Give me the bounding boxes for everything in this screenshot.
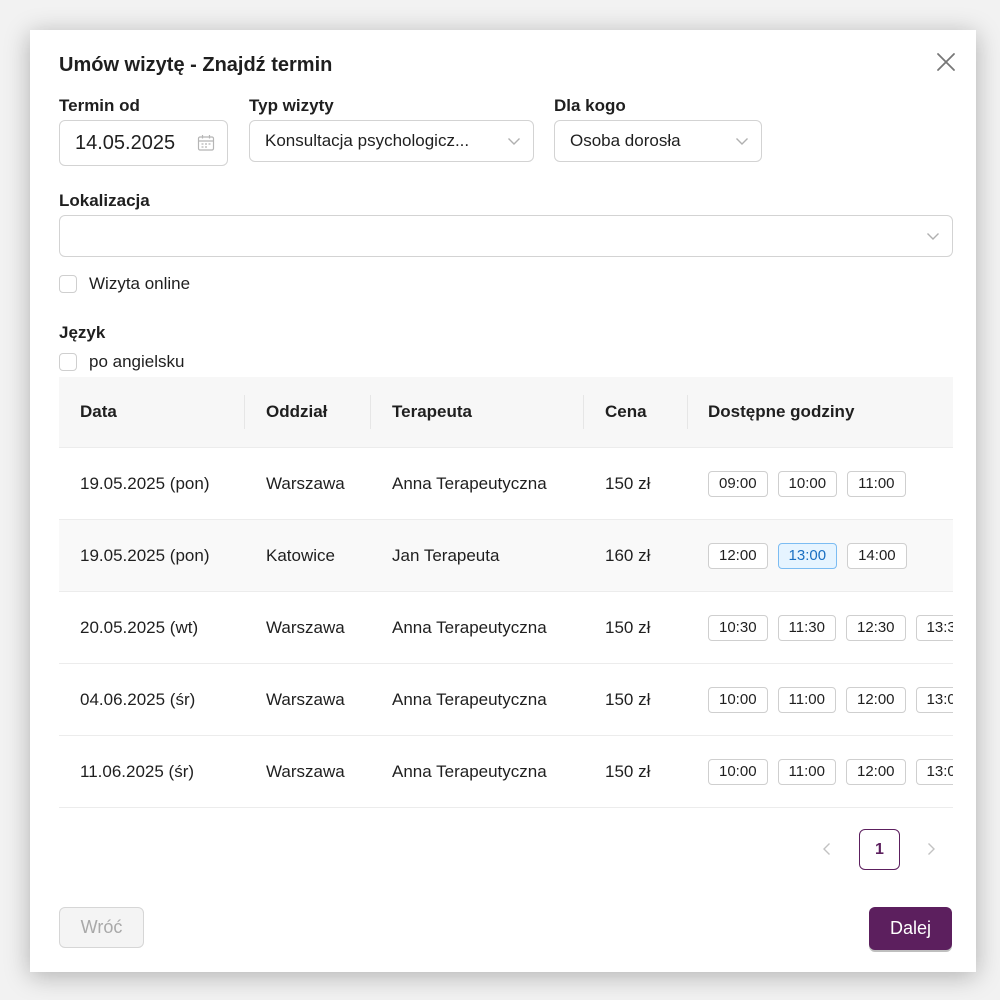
table-row: 19.05.2025 (pon) Katowice Jan Terapeuta 160… bbox=[59, 520, 953, 592]
table-body: 19.05.2025 (pon) Warszawa Anna Terapeutycz… bbox=[59, 448, 953, 808]
visit-type-value: Konsultacja psychologicz... bbox=[265, 131, 470, 150]
cell-branch: Warszawa bbox=[266, 689, 345, 709]
time-slot-button[interactable]: 10:00 bbox=[708, 758, 768, 785]
cell-date: 11.06.2025 (śr) bbox=[80, 761, 195, 781]
hours-slots: 09:00 10:00 11:00 bbox=[708, 448, 953, 519]
time-slot-button[interactable]: 10:00 bbox=[708, 686, 768, 713]
time-slot-button[interactable]: 14:00 bbox=[847, 542, 907, 569]
visit-type-select[interactable]: Konsultacja psychologicz... bbox=[249, 120, 534, 162]
hours-slots: 10:00 11:00 12:00 13:00 bbox=[708, 664, 953, 735]
hours-slots: 10:30 11:30 12:30 13:30 bbox=[708, 592, 953, 663]
cell-date: 19.05.2025 (pon) bbox=[80, 545, 210, 565]
cell-date: 04.06.2025 (śr) bbox=[80, 689, 196, 709]
cell-therapist: Anna Terapeutyczna bbox=[392, 689, 547, 709]
header-therapist: Terapeuta bbox=[392, 402, 472, 421]
cell-branch: Warszawa bbox=[266, 761, 345, 781]
time-slot-button[interactable]: 09:00 bbox=[708, 470, 768, 497]
cell-therapist: Jan Terapeuta bbox=[392, 545, 500, 565]
language-label: Język bbox=[59, 323, 106, 342]
hours-slots: 10:00 11:00 12:00 13:00 bbox=[708, 736, 953, 807]
time-slot-button[interactable]: 11:00 bbox=[777, 686, 836, 713]
time-slot-button[interactable]: 10:00 bbox=[777, 470, 838, 497]
page-button-1[interactable]: 1 bbox=[859, 829, 900, 870]
next-page-button[interactable] bbox=[911, 829, 951, 869]
for-whom-value: Osoba dorosła bbox=[570, 131, 681, 150]
next-button[interactable]: Dalej bbox=[869, 907, 952, 950]
prev-page-button[interactable] bbox=[807, 829, 847, 869]
english-checkbox[interactable]: po angielsku bbox=[59, 352, 184, 372]
cell-date: 20.05.2025 (wt) bbox=[80, 617, 199, 637]
chevron-down-icon bbox=[507, 134, 521, 148]
online-visit-checkbox[interactable]: Wizyta online bbox=[59, 274, 190, 294]
appointment-dialog: Umów wizytę - Znajdź termin Termin od 14… bbox=[30, 30, 976, 972]
back-button[interactable]: Wróć bbox=[59, 907, 144, 948]
time-slot-button[interactable]: 13:30 bbox=[915, 614, 953, 641]
cell-branch: Warszawa bbox=[266, 473, 345, 493]
table-row: 04.06.2025 (śr) Warszawa Anna Terapeutyczn… bbox=[59, 664, 953, 736]
time-slot-button[interactable]: 11:00 bbox=[847, 470, 906, 497]
time-slot-button[interactable]: 13:00 bbox=[915, 758, 953, 785]
header-branch: Oddział bbox=[266, 402, 328, 421]
header-price: Cena bbox=[605, 402, 647, 421]
header-date: Data bbox=[80, 402, 117, 421]
cell-therapist: Anna Terapeutyczna bbox=[392, 473, 547, 493]
location-label: Lokalizacja bbox=[59, 191, 150, 210]
date-from-value: 14.05.2025 bbox=[75, 131, 176, 154]
visit-type-label: Typ wizyty bbox=[249, 96, 334, 115]
time-slot-button[interactable]: 12:30 bbox=[845, 614, 906, 641]
online-visit-label: Wizyta online bbox=[89, 274, 191, 293]
chevron-right-icon bbox=[928, 843, 935, 855]
cell-therapist: Anna Terapeutyczna bbox=[392, 761, 547, 781]
cell-branch: Katowice bbox=[266, 545, 335, 565]
time-slot-button[interactable]: 13:00 bbox=[777, 542, 838, 569]
time-slot-button[interactable]: 12:00 bbox=[845, 686, 906, 713]
close-icon[interactable] bbox=[934, 50, 958, 74]
cell-date: 19.05.2025 (pon) bbox=[80, 473, 210, 493]
hours-slots: 12:00 13:00 14:00 bbox=[708, 520, 953, 591]
cell-price: 150 zł bbox=[605, 617, 651, 637]
chevron-left-icon bbox=[823, 843, 830, 855]
time-slot-button[interactable]: 10:30 bbox=[708, 614, 768, 641]
location-select[interactable] bbox=[59, 215, 953, 257]
results-table: Data Oddział Terapeuta Cena Dostępne god… bbox=[59, 377, 953, 808]
for-whom-label: Dla kogo bbox=[554, 96, 626, 115]
time-slot-button[interactable]: 11:00 bbox=[777, 758, 836, 785]
cell-therapist: Anna Terapeutyczna bbox=[392, 617, 547, 637]
table-row: 19.05.2025 (pon) Warszawa Anna Terapeutycz… bbox=[59, 448, 953, 520]
dialog-title: Umów wizytę - Znajdź termin bbox=[59, 54, 333, 76]
chevron-down-icon bbox=[926, 229, 940, 243]
cell-price: 150 zł bbox=[605, 473, 651, 493]
date-from-input[interactable]: 14.05.2025 bbox=[59, 120, 228, 166]
english-label: po angielsku bbox=[89, 352, 185, 371]
cell-price: 150 zł bbox=[605, 689, 651, 709]
table-header: Data Oddział Terapeuta Cena Dostępne god… bbox=[59, 377, 953, 448]
header-hours: Dostępne godziny bbox=[708, 402, 855, 421]
cell-price: 160 zł bbox=[605, 545, 651, 565]
online-visit-box[interactable] bbox=[59, 275, 77, 293]
cell-branch: Warszawa bbox=[266, 617, 345, 637]
for-whom-select[interactable]: Osoba dorosła bbox=[554, 120, 762, 162]
english-box[interactable] bbox=[59, 353, 77, 371]
calendar-icon bbox=[197, 134, 215, 152]
chevron-down-icon bbox=[735, 134, 749, 148]
time-slot-button[interactable]: 12:00 bbox=[845, 758, 906, 785]
date-from-label: Termin od bbox=[59, 96, 140, 115]
time-slot-button[interactable]: 12:00 bbox=[708, 542, 768, 569]
time-slot-button[interactable]: 13:00 bbox=[915, 686, 953, 713]
cell-price: 150 zł bbox=[605, 761, 651, 781]
table-row: 20.05.2025 (wt) Warszawa Anna Terapeutyczn… bbox=[59, 592, 953, 664]
table-row: 11.06.2025 (śr) Warszawa Anna Terapeutyczn… bbox=[59, 736, 953, 808]
time-slot-button[interactable]: 11:30 bbox=[777, 614, 836, 641]
